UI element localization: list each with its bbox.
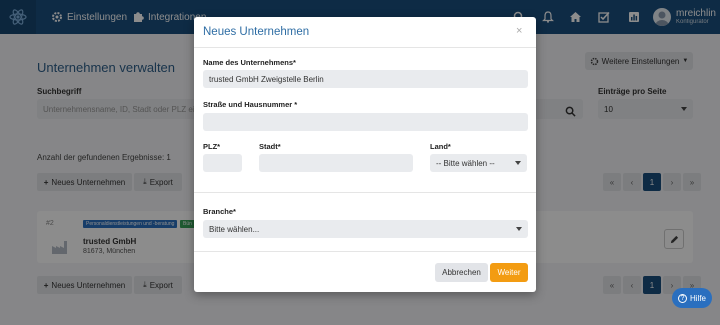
street-label: Straße und Hausnummer * <box>203 100 298 109</box>
branch-select[interactable]: Bitte wählen... <box>203 220 528 238</box>
cancel-button[interactable]: Abbrechen <box>435 263 488 282</box>
name-label: Name des Unternehmens* <box>203 58 296 67</box>
branch-label: Branche* <box>203 207 236 216</box>
dialog-body-divider <box>194 192 536 193</box>
company-name-field[interactable]: trusted GmbH Zweigstelle Berlin <box>203 70 528 88</box>
plz-label: PLZ* <box>203 142 221 151</box>
country-label: Land* <box>430 142 451 151</box>
question-icon: ? <box>677 293 687 303</box>
country-select-value: -- Bitte wählen -- <box>436 159 495 168</box>
dialog-footer-divider <box>194 251 536 252</box>
caret-down-icon <box>516 227 522 231</box>
branch-select-value: Bitte wählen... <box>209 225 260 234</box>
help-label: Hilfe <box>689 293 706 303</box>
country-select[interactable]: -- Bitte wählen -- <box>430 154 527 172</box>
help-button[interactable]: ? Hilfe <box>672 288 712 308</box>
street-field[interactable] <box>203 113 528 131</box>
plz-field[interactable] <box>203 154 242 172</box>
new-company-dialog: Neues Unternehmen × Name des Unternehmen… <box>194 17 536 292</box>
city-label: Stadt* <box>259 142 281 151</box>
dialog-header-divider <box>194 47 536 48</box>
next-button[interactable]: Weiter <box>490 263 528 282</box>
dialog-title: Neues Unternehmen <box>203 26 310 38</box>
city-field[interactable] <box>259 154 413 172</box>
close-icon[interactable]: × <box>516 25 522 37</box>
caret-down-icon <box>515 161 521 165</box>
